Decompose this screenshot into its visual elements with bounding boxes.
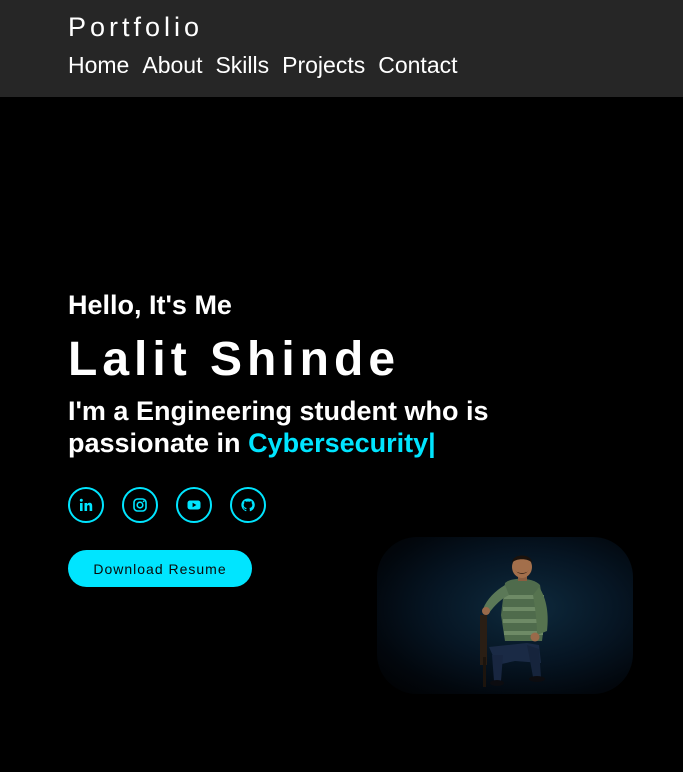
tagline: I'm a Engineering student who is passion… <box>68 395 568 459</box>
linkedin-icon <box>79 498 93 511</box>
nav-home[interactable]: Home <box>68 51 129 79</box>
logo[interactable]: Portfolio <box>68 11 203 43</box>
linkedin-link[interactable] <box>68 487 104 523</box>
instagram-icon <box>133 498 147 512</box>
greeting: Hello, It's Me <box>68 290 232 320</box>
social-links <box>68 487 266 523</box>
github-icon <box>241 498 255 512</box>
youtube-link[interactable] <box>176 487 212 523</box>
person-sitting-illustration <box>480 555 548 687</box>
tagline-highlight: Cybersecurity| <box>248 428 436 458</box>
main-nav: Home About Skills Projects Contact <box>68 51 458 79</box>
github-link[interactable] <box>230 487 266 523</box>
nav-about[interactable]: About <box>142 51 202 79</box>
instagram-link[interactable] <box>122 487 158 523</box>
nav-contact[interactable]: Contact <box>378 51 457 79</box>
download-resume-button[interactable]: Download Resume <box>68 550 252 587</box>
site-header: Portfolio Home About Skills Projects Con… <box>0 0 683 97</box>
hero-name: Lalit Shinde <box>68 333 401 386</box>
nav-skills[interactable]: Skills <box>215 51 269 79</box>
profile-photo <box>377 537 633 694</box>
youtube-icon <box>187 500 201 510</box>
nav-projects[interactable]: Projects <box>282 51 365 79</box>
